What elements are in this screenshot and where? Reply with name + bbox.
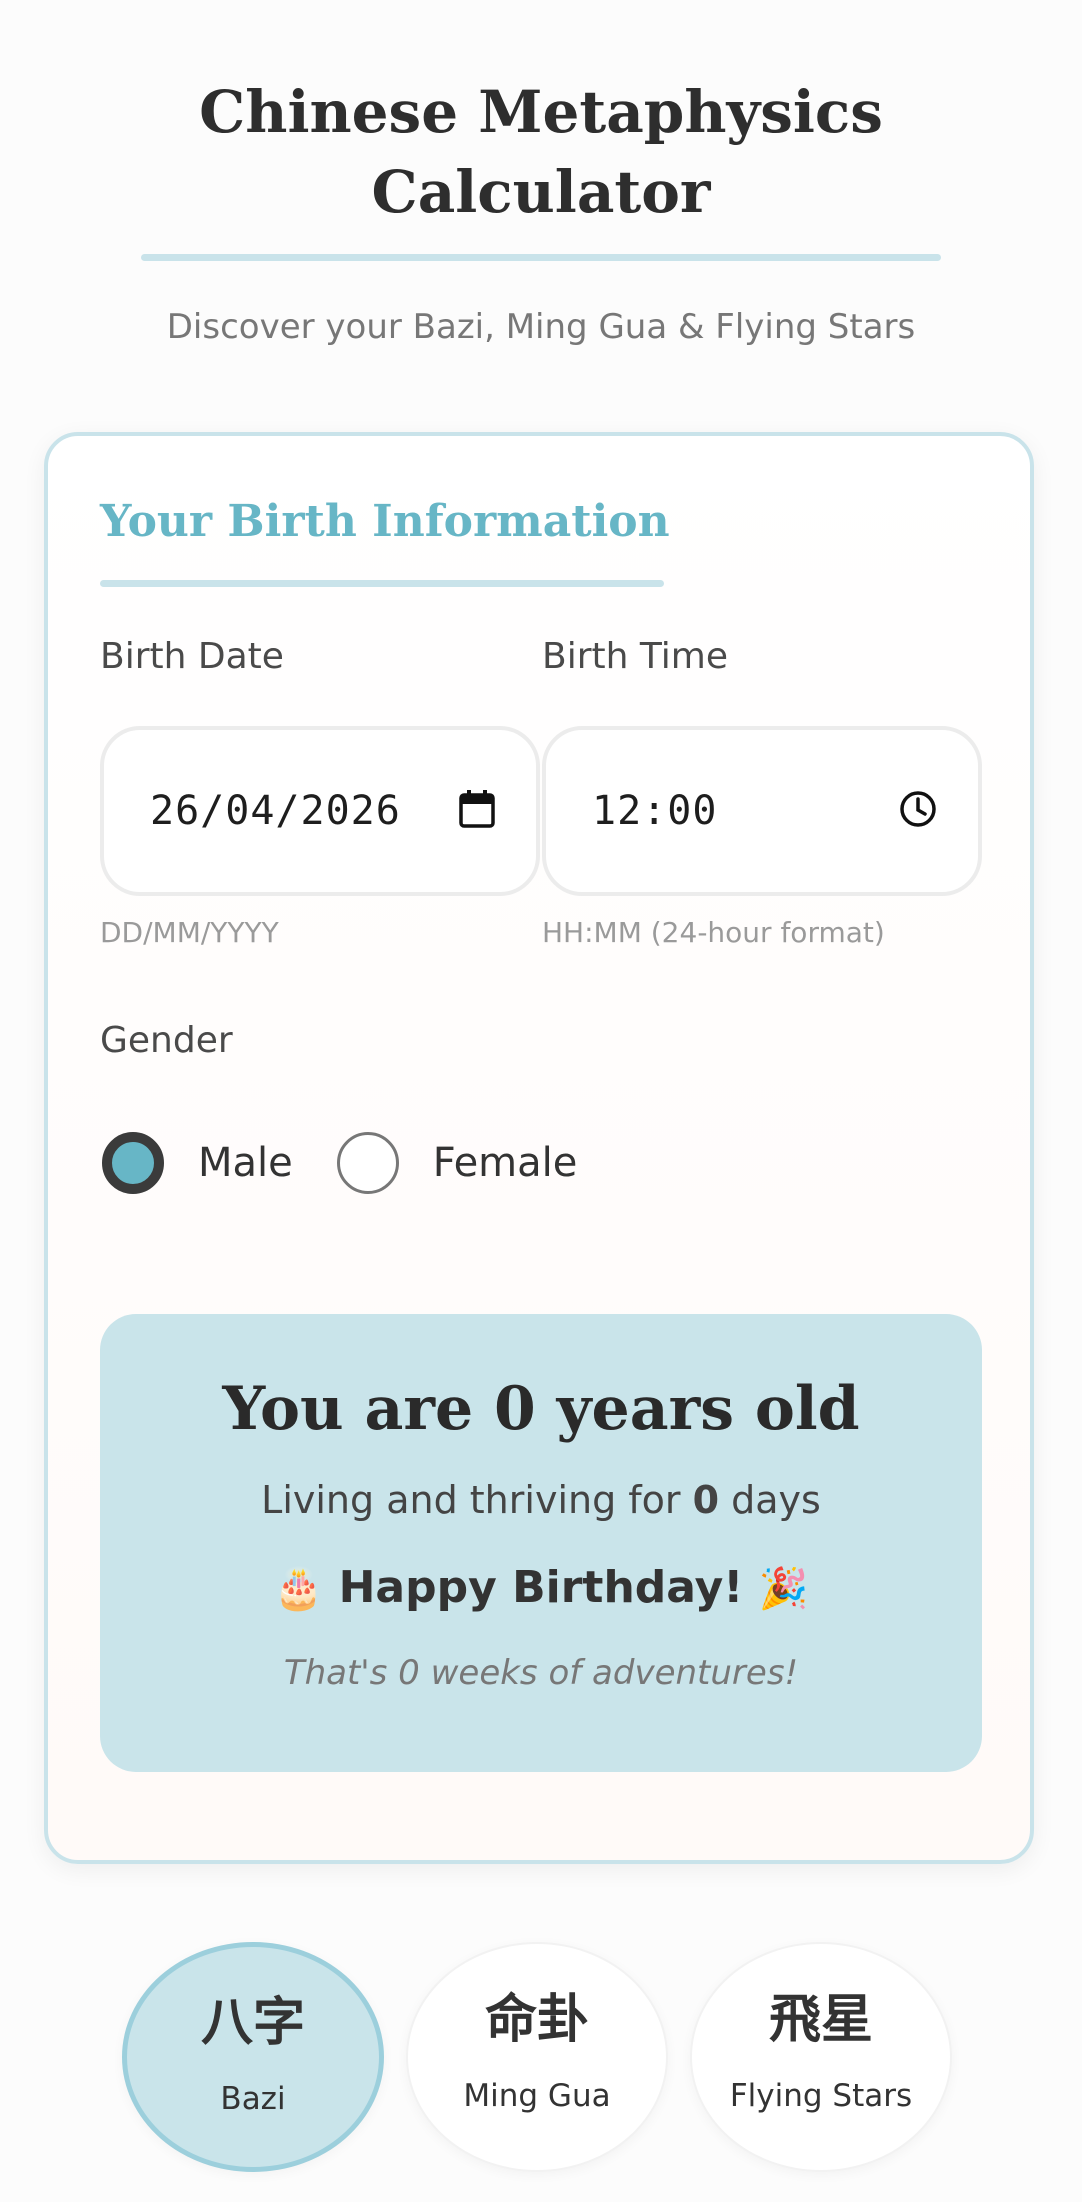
tab-bazi-hanzi: 八字 bbox=[200, 1993, 305, 2053]
age-headline: You are 0 years old bbox=[222, 1374, 860, 1444]
birth-date-label: Birth Date bbox=[100, 636, 284, 677]
birth-time-hint: HH:MM (24-hour format) bbox=[542, 916, 885, 949]
calculator-tabs: 八字 Bazi 命卦 Ming Gua 飛星 Flying Stars bbox=[122, 1942, 972, 2172]
birth-info-divider bbox=[100, 580, 664, 587]
gender-label: Gender bbox=[100, 1020, 233, 1061]
calendar-icon[interactable] bbox=[458, 789, 496, 833]
tab-ming-gua[interactable]: 命卦 Ming Gua bbox=[406, 1942, 668, 2172]
gender-radio-group: Male Female bbox=[102, 1132, 621, 1194]
party-popper-icon: 🎉 bbox=[758, 1566, 809, 1612]
tab-flying-stars-hanzi: 飛星 bbox=[768, 1990, 873, 2050]
gender-label-male[interactable]: Male bbox=[198, 1140, 293, 1186]
cake-icon: 🎂 bbox=[273, 1566, 324, 1612]
birth-date-hint: DD/MM/YYYY bbox=[100, 916, 279, 949]
age-summary-panel: You are 0 years old Living and thriving … bbox=[100, 1314, 982, 1772]
page-title: Chinese Metaphysics Calculator bbox=[199, 78, 883, 226]
gender-radio-female[interactable] bbox=[336, 1132, 399, 1194]
age-days-value: 0 bbox=[692, 1478, 720, 1522]
tab-bazi-label: Bazi bbox=[220, 2081, 286, 2117]
birth-info-card: Your Birth Information Birth Date Birth … bbox=[44, 432, 1034, 1864]
tab-ming-gua-hanzi: 命卦 bbox=[484, 1990, 589, 2050]
gender-label-female[interactable]: Female bbox=[433, 1140, 578, 1186]
birth-time-label: Birth Time bbox=[542, 636, 728, 677]
tab-bazi[interactable]: 八字 Bazi bbox=[122, 1942, 384, 2172]
page-header: Chinese Metaphysics Calculator Discover … bbox=[0, 72, 1082, 347]
tab-flying-stars-label: Flying Stars bbox=[729, 2078, 913, 2114]
birth-time-value: 12:00 bbox=[592, 788, 718, 834]
birth-date-value: 26/04/2026 bbox=[150, 788, 401, 834]
gender-radio-male[interactable] bbox=[102, 1132, 164, 1194]
clock-icon[interactable] bbox=[898, 789, 938, 833]
tab-flying-stars[interactable]: 飛星 Flying Stars bbox=[690, 1942, 952, 2172]
age-weeks-line: That's 0 weeks of adventures! bbox=[283, 1653, 799, 1693]
birthday-message: 🎂 Happy Birthday! 🎉 bbox=[100, 1562, 982, 1613]
age-days-prefix: Living and thriving for bbox=[261, 1478, 693, 1522]
page-subtitle: Discover your Bazi, Ming Gua & Flying St… bbox=[166, 307, 916, 347]
tab-ming-gua-label: Ming Gua bbox=[463, 2078, 611, 2114]
birth-date-input[interactable]: 26/04/2026 bbox=[100, 726, 540, 896]
birth-time-input[interactable]: 12:00 bbox=[542, 726, 982, 896]
birth-info-title: Your Birth Information bbox=[100, 496, 670, 547]
title-divider bbox=[141, 254, 941, 261]
age-days-suffix: days bbox=[719, 1478, 821, 1522]
birthday-text: Happy Birthday! bbox=[338, 1562, 744, 1613]
age-days-line: Living and thriving for 0 days bbox=[100, 1478, 982, 1522]
